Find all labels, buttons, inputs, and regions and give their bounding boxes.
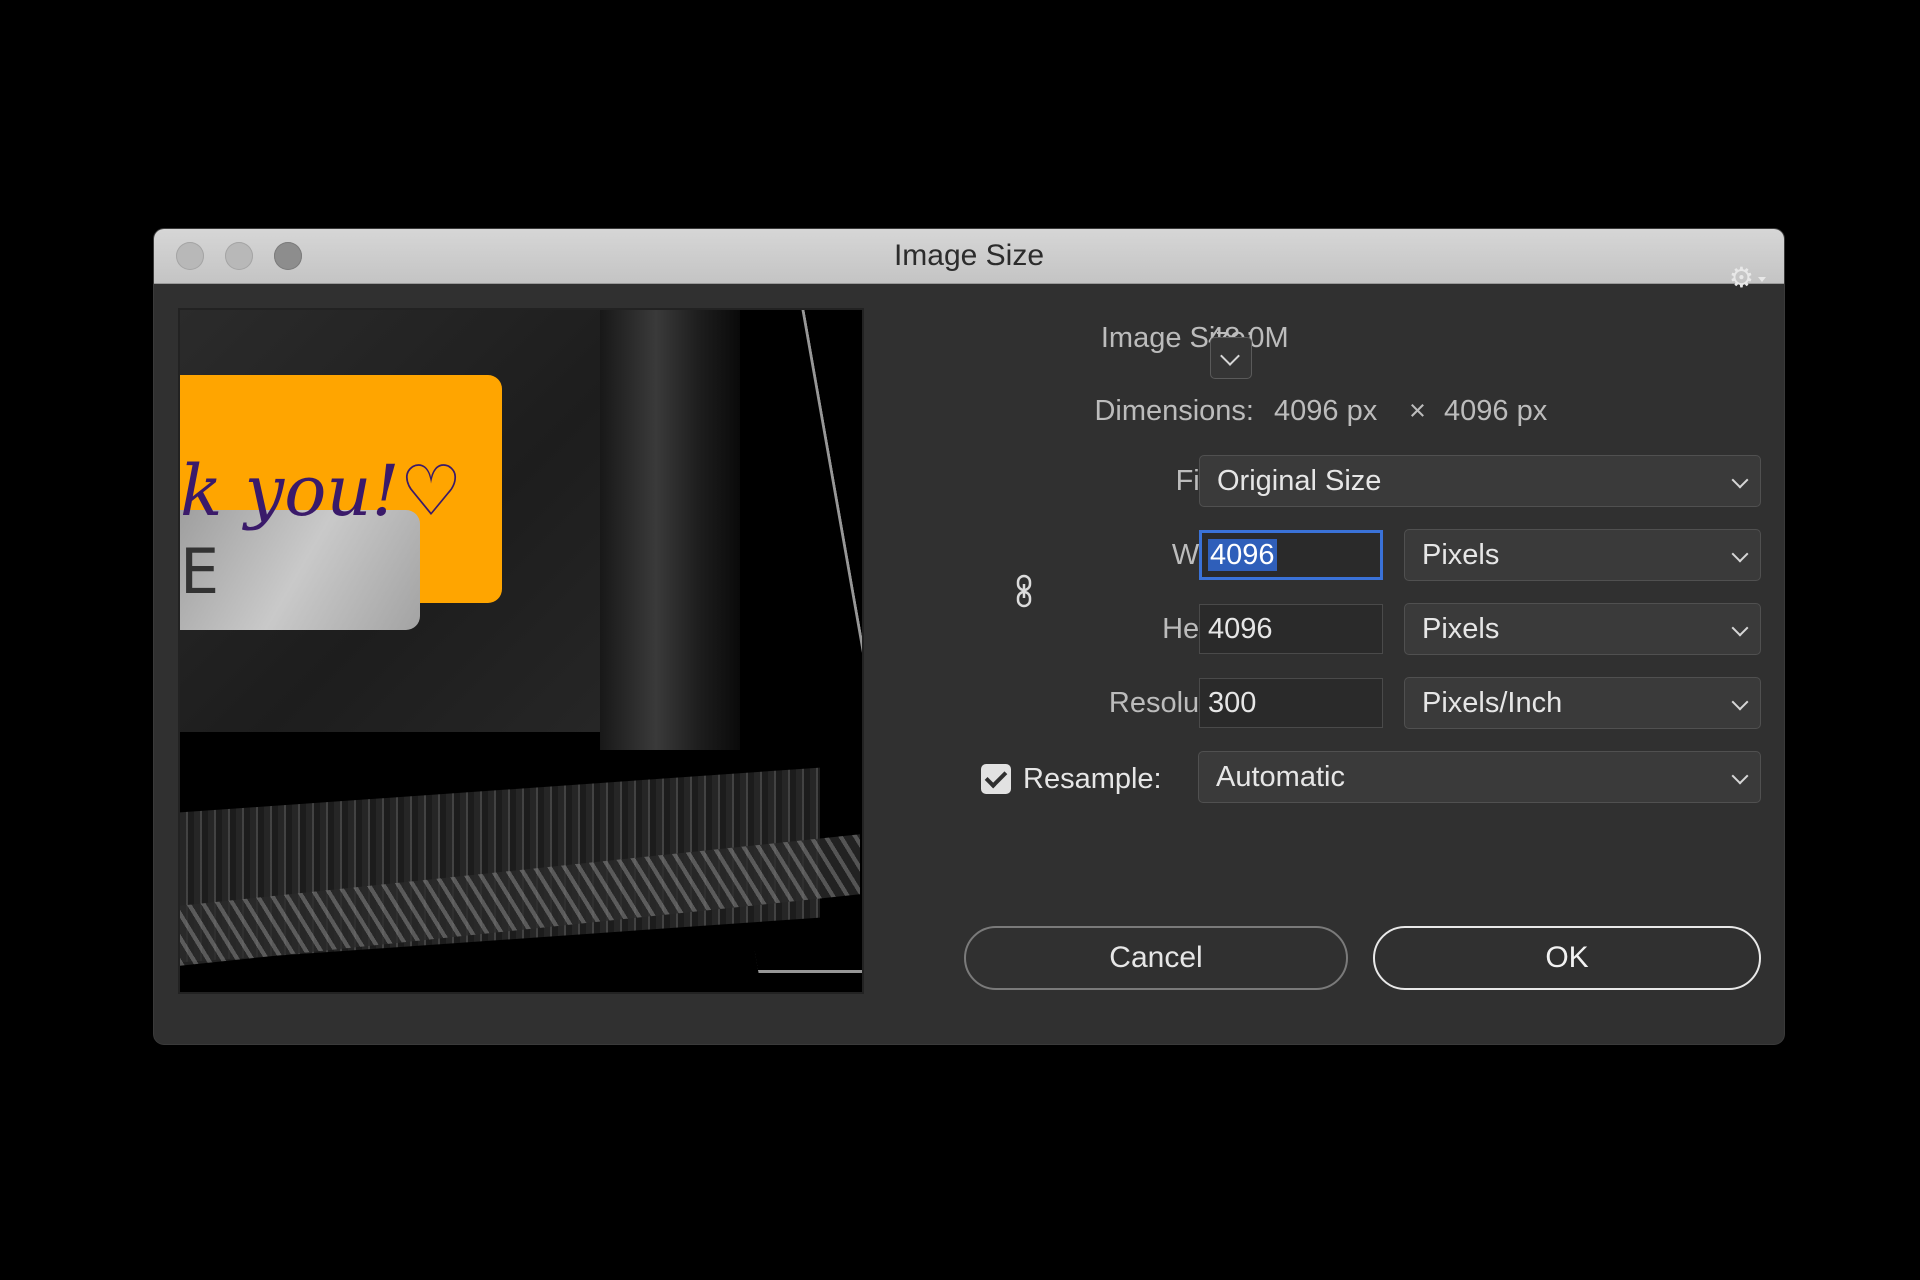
window-title: Image Size	[893, 239, 1045, 272]
chevron-down-icon	[1731, 693, 1749, 711]
chevron-down-icon	[1731, 767, 1749, 785]
preview-handwriting: k you!♡	[180, 450, 463, 532]
resolution-unit-value: Pixels/Inch	[1422, 687, 1563, 719]
cancel-button[interactable]: Cancel	[964, 926, 1348, 990]
height-input[interactable]: 4096	[1199, 604, 1383, 654]
gear-menu-caret-icon	[1758, 277, 1766, 282]
fit-to-select[interactable]: Original Size	[1199, 455, 1761, 507]
resample-label: Resample:	[1023, 763, 1162, 795]
image-preview[interactable]: k you!♡ E	[178, 308, 864, 994]
dimensions-width: 4096 px	[1274, 395, 1378, 427]
width-input[interactable]: 4096	[1199, 530, 1383, 580]
resolution-unit-select[interactable]: Pixels/Inch	[1404, 677, 1761, 729]
resolution-input[interactable]: 300	[1199, 678, 1383, 728]
fit-to-value: Original Size	[1217, 465, 1382, 497]
resolution-value: 300	[1208, 687, 1257, 719]
chevron-down-icon	[1220, 346, 1240, 366]
chevron-down-icon	[1731, 471, 1749, 489]
resample-select[interactable]: Automatic	[1198, 751, 1761, 803]
preview-scrawl: E	[180, 535, 220, 608]
resample-checkbox[interactable]	[981, 764, 1011, 794]
ok-button[interactable]: OK	[1373, 926, 1761, 990]
height-value: 4096	[1208, 613, 1273, 645]
dimensions-separator: ×	[1409, 395, 1426, 427]
chain-link-icon[interactable]	[1014, 574, 1034, 608]
height-unit-select[interactable]: Pixels	[1404, 603, 1761, 655]
dimensions-height: 4096 px	[1444, 395, 1548, 427]
width-value: 4096	[1208, 539, 1277, 571]
dimensions-label: Dimensions:	[1094, 395, 1254, 427]
dimensions-menu-button[interactable]	[1210, 337, 1252, 379]
resample-value: Automatic	[1216, 761, 1345, 793]
chevron-down-icon	[1731, 545, 1749, 563]
chevron-down-icon	[1731, 619, 1749, 637]
height-unit-value: Pixels	[1422, 613, 1500, 645]
width-unit-value: Pixels	[1422, 539, 1500, 571]
image-size-dialog: Image Size k you!♡ E Image Size: 48.0M ⚙…	[154, 229, 1784, 1044]
gear-icon[interactable]: ⚙	[1729, 261, 1754, 294]
width-unit-select[interactable]: Pixels	[1404, 529, 1761, 581]
title-bar: Image Size	[154, 229, 1784, 284]
